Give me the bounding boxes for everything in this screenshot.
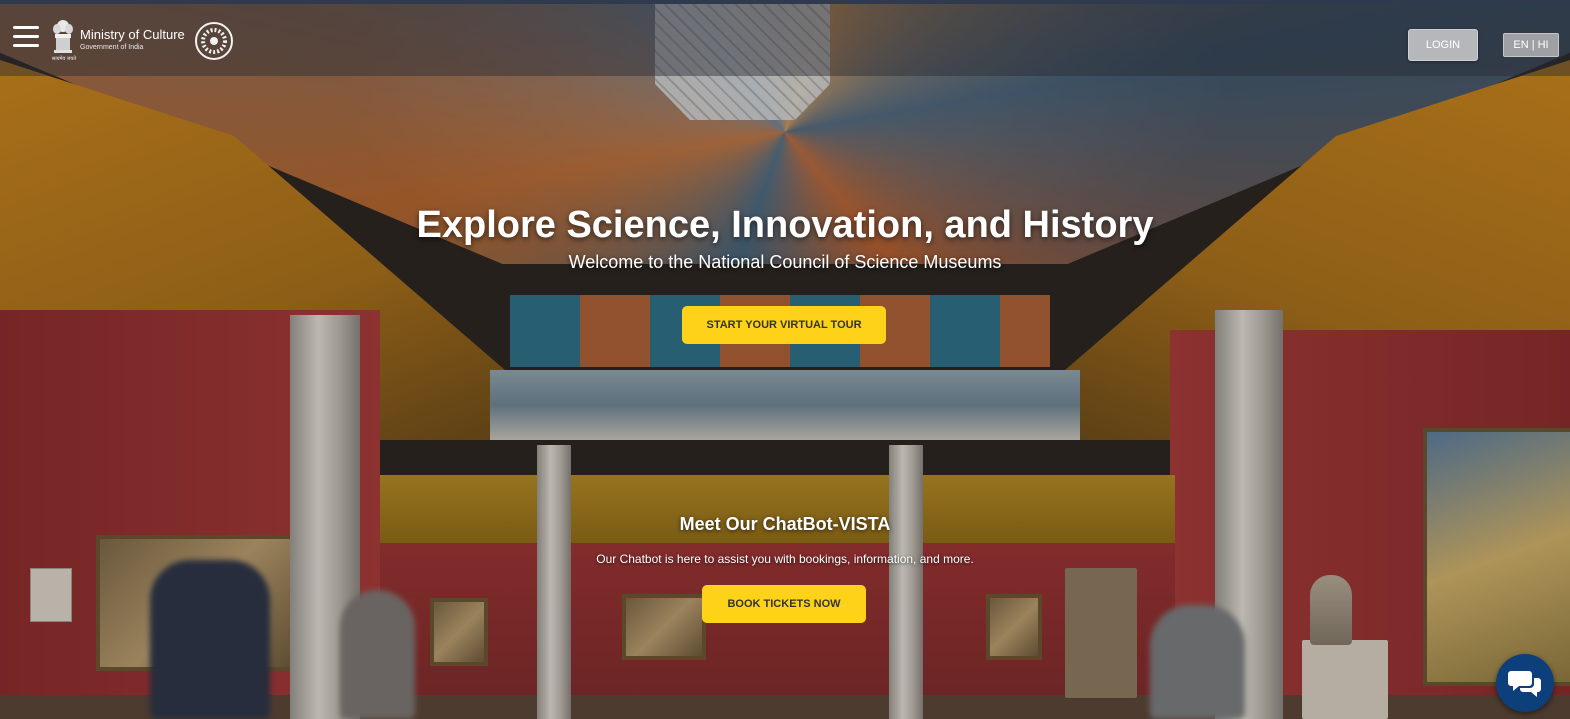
hero-title: Explore Science, Innovation, and History	[416, 204, 1154, 246]
login-button[interactable]: LOGIN	[1408, 29, 1478, 61]
language-toggle[interactable]: EN | HI	[1503, 33, 1559, 57]
chakra-wheel-icon	[195, 22, 233, 60]
ministry-subtitle: Government of India	[80, 44, 144, 51]
start-virtual-tour-button[interactable]: START YOUR VIRTUAL TOUR	[682, 306, 886, 344]
book-tickets-button[interactable]: BOOK TICKETS NOW	[702, 585, 866, 623]
hamburger-menu-icon[interactable]	[13, 26, 39, 48]
chatbot-title: Meet Our ChatBot-VISTA	[679, 514, 891, 534]
top-header: सत्यमेव जयते Ministry of Culture Governm…	[0, 0, 1570, 76]
hero-subtitle: Welcome to the National Council of Scien…	[568, 252, 1002, 272]
chat-bubbles-icon	[1508, 671, 1541, 697]
chat-launcher-button[interactable]	[1496, 654, 1554, 712]
ministry-title: Ministry of Culture	[80, 27, 185, 42]
emblem-caption: सत्यमेव जयते	[51, 56, 77, 62]
chatbot-description: Our Chatbot is here to assist you with b…	[596, 552, 974, 566]
